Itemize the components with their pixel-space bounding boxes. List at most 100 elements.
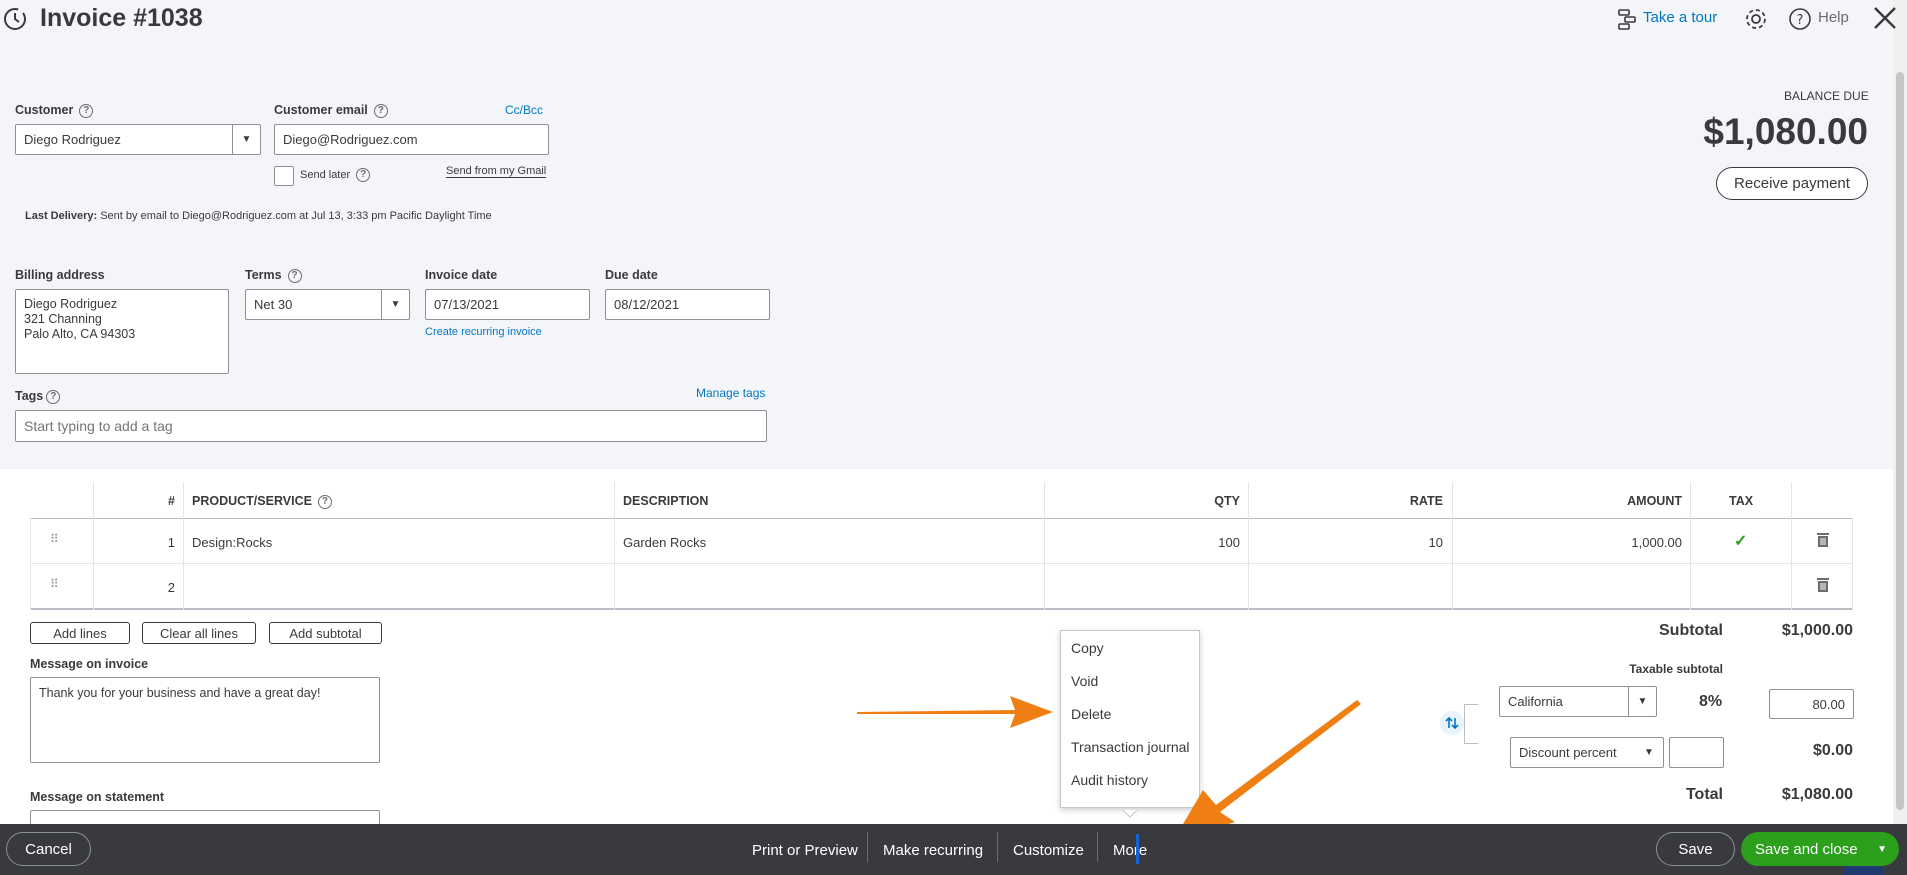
tax-region-value: California [1508, 694, 1563, 709]
clear-all-lines-button[interactable]: Clear all lines [142, 622, 256, 644]
invoice-date-value: 07/13/2021 [434, 297, 500, 312]
manage-tags-link[interactable]: Manage tags [696, 386, 765, 400]
menu-item-audit-history[interactable]: Audit history [1071, 772, 1148, 788]
discount-type-value: Discount percent [1519, 745, 1617, 760]
terms-help-icon[interactable]: ? [287, 268, 302, 283]
trash-icon[interactable] [1816, 577, 1830, 593]
col-header-amount: AMOUNT [1627, 494, 1682, 508]
help-link[interactable]: Help [1818, 9, 1849, 26]
tax-check-icon[interactable]: ✓ [1734, 531, 1747, 551]
terms-label: Terms? [245, 268, 302, 283]
svg-text:?: ? [1797, 13, 1804, 28]
tags-help-icon[interactable]: ? [46, 389, 61, 404]
gear-icon[interactable] [1743, 6, 1769, 32]
take-tour-link[interactable]: Take a tour [1643, 9, 1717, 26]
menu-pointer [1122, 806, 1138, 818]
row-1-rate[interactable]: 10 [1360, 535, 1443, 550]
make-recurring-button[interactable]: Make recurring [883, 838, 983, 862]
menu-item-void[interactable]: Void [1071, 673, 1098, 689]
annotation-arrow-delete [857, 696, 1053, 728]
send-later-help-icon[interactable]: ? [356, 168, 371, 182]
discount-type-select[interactable]: Discount percent ▼ [1510, 737, 1664, 768]
customer-select[interactable]: Diego Rodriguez ▼ [15, 124, 261, 155]
chevron-down-icon[interactable]: ▼ [232, 125, 260, 154]
tax-rate: 8% [1699, 693, 1723, 710]
billing-address-label: Billing address [15, 268, 105, 282]
swap-order-icon[interactable] [1440, 711, 1464, 735]
chevron-down-icon[interactable]: ▼ [1628, 687, 1656, 716]
tax-discount-bracket [1464, 704, 1478, 744]
product-help-icon[interactable]: ? [317, 494, 332, 509]
add-subtotal-button[interactable]: Add subtotal [269, 622, 382, 644]
row-1-num: 1 [167, 535, 175, 550]
history-icon[interactable] [2, 6, 28, 32]
customer-label: Customer? [15, 103, 94, 118]
col-header-tax: TAX [1729, 494, 1754, 508]
send-gmail-link[interactable]: Send from my Gmail [446, 165, 547, 178]
tour-icon[interactable] [1616, 8, 1638, 30]
print-preview-button[interactable]: Print or Preview [752, 838, 858, 862]
add-lines-button[interactable]: Add lines [30, 622, 130, 644]
customer-help-icon[interactable]: ? [79, 103, 94, 118]
billing-line-2: 321 Channing [24, 312, 102, 326]
help-icon[interactable]: ? [1788, 7, 1812, 31]
due-date-value: 08/12/2021 [614, 297, 680, 312]
row-1-amount[interactable]: 1,000.00 [1560, 535, 1682, 550]
save-and-close-label: Save and close [1755, 840, 1858, 858]
more-button-highlight [1136, 834, 1139, 864]
row-1-product[interactable]: Design:Rocks [192, 535, 272, 550]
cc-bcc-link[interactable]: Cc/Bcc [505, 103, 543, 117]
save-and-close-button[interactable]: Save and close ▼ [1741, 832, 1899, 866]
customer-value: Diego Rodriguez [24, 132, 121, 147]
invoice-date-field[interactable]: 07/13/2021 [425, 289, 590, 320]
email-help-icon[interactable]: ? [373, 103, 388, 118]
more-button[interactable]: More [1113, 838, 1147, 862]
scrollbar-thumb[interactable] [1896, 72, 1904, 810]
chevron-down-icon[interactable]: ▼ [1635, 738, 1663, 767]
col-header-description: DESCRIPTION [623, 494, 709, 508]
discount-value-field[interactable] [1669, 737, 1724, 768]
row-1-qty[interactable]: 100 [1160, 535, 1240, 550]
close-icon[interactable] [1872, 4, 1898, 32]
send-later-checkbox[interactable] [274, 166, 294, 186]
terms-value: Net 30 [254, 297, 293, 312]
total-value: $1,080.00 [1781, 786, 1853, 803]
taxable-subtotal-label: Taxable subtotal [1629, 662, 1723, 676]
customer-email-label: Customer email? [274, 103, 388, 118]
cancel-button[interactable]: Cancel [6, 832, 91, 866]
row-1-description[interactable]: Garden Rocks [623, 535, 706, 550]
receive-payment-button[interactable]: Receive payment [1716, 167, 1868, 200]
tags-input[interactable] [15, 410, 767, 442]
tax-amount-field[interactable]: 80.00 [1769, 689, 1854, 719]
menu-item-copy[interactable]: Copy [1071, 640, 1104, 656]
create-recurring-link[interactable]: Create recurring invoice [425, 326, 542, 338]
message-statement-label: Message on statement [30, 790, 165, 804]
col-header-rate: RATE [1409, 494, 1443, 508]
subtotal-value: $1,000.00 [1781, 622, 1853, 639]
message-statement-field[interactable] [30, 810, 380, 824]
drag-handle-icon[interactable]: ⠿ [50, 532, 68, 546]
save-button[interactable]: Save [1656, 832, 1735, 866]
menu-item-delete[interactable]: Delete [1071, 706, 1111, 722]
chat-widget-edge[interactable] [1843, 866, 1883, 875]
total-label: Total [1685, 786, 1723, 803]
col-header-qty: QTY [1214, 494, 1240, 508]
col-header-product: PRODUCT/SERVICE? [192, 494, 332, 509]
customize-button[interactable]: Customize [1013, 838, 1084, 862]
tax-amount-value: 80.00 [1812, 696, 1845, 712]
tax-region-select[interactable]: California ▼ [1499, 686, 1657, 717]
message-invoice-field[interactable]: Thank you for your business and have a g… [30, 677, 380, 763]
chevron-down-icon[interactable]: ▼ [1877, 844, 1887, 855]
email-value: Diego@Rodriguez.com [283, 132, 418, 147]
trash-icon[interactable] [1816, 532, 1830, 548]
due-date-field[interactable]: 08/12/2021 [605, 289, 770, 320]
subtotal-label: Subtotal [1659, 622, 1723, 639]
billing-line-3: Palo Alto, CA 94303 [24, 327, 136, 341]
chevron-down-icon[interactable]: ▼ [381, 290, 409, 319]
customer-email-field[interactable]: Diego@Rodriguez.com [274, 124, 549, 155]
page-title: Invoice #1038 [40, 4, 203, 32]
terms-select[interactable]: Net 30 ▼ [245, 289, 410, 320]
billing-address-field[interactable]: Diego Rodriguez 321 Channing Palo Alto, … [15, 289, 229, 374]
invoice-header-area [0, 0, 1893, 469]
drag-handle-icon[interactable]: ⠿ [50, 577, 68, 591]
